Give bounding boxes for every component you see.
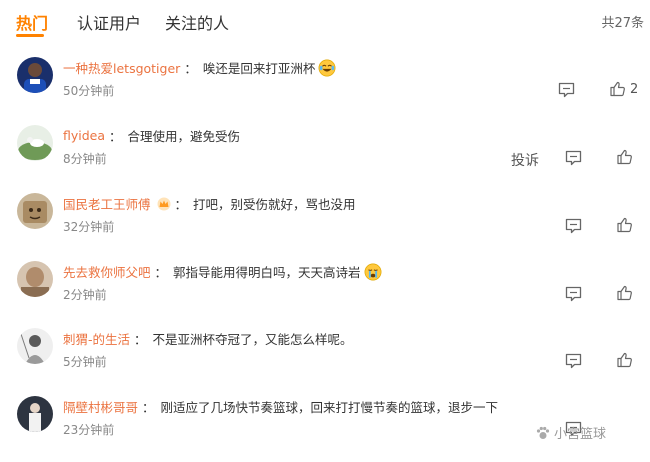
tab-verified-users[interactable]: 认证用户 bbox=[77, 10, 141, 34]
comment-time: 32分钟前 bbox=[63, 220, 115, 234]
comment-username[interactable]: 国民老工王师傅 bbox=[63, 194, 151, 213]
comment-text: 刚适应了几场快节奏篮球，回来打打慢节奏的篮球，退步一下 bbox=[160, 400, 499, 415]
comment-username[interactable]: 刺猬-的生活 bbox=[63, 329, 130, 348]
reply-icon[interactable] bbox=[565, 150, 582, 166]
avatar[interactable] bbox=[17, 261, 53, 297]
comment-item: flyidea ： 合理使用，避免受伤 8分钟前 投诉 bbox=[0, 123, 650, 191]
reply-icon[interactable] bbox=[565, 353, 582, 369]
avatar[interactable] bbox=[17, 57, 53, 93]
comment-text: 打吧，别受伤就好，骂也没用 bbox=[193, 197, 356, 212]
like-icon[interactable] bbox=[617, 149, 633, 165]
comment-username[interactable]: 先去救你师父吧 bbox=[63, 262, 151, 281]
comment-text: 唉还是回来打亚洲杯 bbox=[202, 61, 316, 76]
comment-item: 一种热爱letsgotiger ： 唉还是回来打亚洲杯 50分钟前 2 bbox=[0, 55, 650, 123]
colon-separator: ： bbox=[174, 197, 188, 212]
reply-icon[interactable] bbox=[565, 218, 582, 234]
colon-separator: ： bbox=[142, 400, 155, 415]
tab-hot[interactable]: 热门 bbox=[16, 10, 48, 34]
colon-separator: ： bbox=[109, 129, 122, 144]
comment-time: 50分钟前 bbox=[63, 84, 115, 98]
like-icon[interactable] bbox=[610, 81, 626, 97]
comment-time: 8分钟前 bbox=[63, 152, 107, 166]
like-icon[interactable] bbox=[617, 217, 633, 233]
like-icon[interactable] bbox=[617, 352, 633, 368]
like-count: 2 bbox=[630, 82, 639, 97]
paw-icon bbox=[536, 426, 550, 439]
comment-text: 郭指导能用得明白吗，天天高诗岩 bbox=[173, 265, 361, 280]
watermark: 小宫篮球 bbox=[535, 423, 606, 442]
comment-text: 不是亚洲杯夺冠了，又能怎么样呢。 bbox=[152, 332, 353, 347]
comment-item: 先去救你师父吧 ： 郭指导能用得明白吗，天天高诗岩 2分钟前 bbox=[0, 259, 650, 327]
like-icon[interactable] bbox=[617, 285, 633, 301]
report-button[interactable]: 投诉 bbox=[511, 150, 539, 170]
laugh-cry-icon bbox=[318, 59, 336, 76]
total-count: 共27条 bbox=[601, 16, 644, 31]
comment-time: 23分钟前 bbox=[63, 423, 115, 437]
avatar[interactable] bbox=[17, 193, 53, 229]
vip-crown-icon bbox=[157, 197, 171, 210]
crying-face-icon bbox=[364, 263, 382, 280]
colon-separator: ： bbox=[154, 265, 168, 280]
comment-time: 2分钟前 bbox=[63, 288, 107, 302]
tab-following[interactable]: 关注的人 bbox=[165, 10, 229, 34]
comment-text: 合理使用，避免受伤 bbox=[127, 129, 241, 144]
reply-icon[interactable] bbox=[558, 82, 575, 98]
comment-item: 刺猬-的生活 ： 不是亚洲杯夺冠了，又能怎么样呢。 5分钟前 bbox=[0, 326, 650, 394]
comment-username[interactable]: 一种热爱letsgotiger bbox=[63, 58, 180, 77]
comment-item: 国民老工王师傅 ： 打吧，别受伤就好，骂也没用 32分钟前 bbox=[0, 191, 650, 259]
comment-username[interactable]: 隔壁村彬哥哥 bbox=[63, 397, 138, 416]
active-tab-indicator bbox=[16, 34, 44, 37]
avatar[interactable] bbox=[17, 328, 53, 364]
comment-tabs: 热门 认证用户 关注的人 共27条 bbox=[0, 0, 650, 40]
reply-icon[interactable] bbox=[565, 286, 582, 302]
avatar[interactable] bbox=[17, 125, 53, 161]
comment-username[interactable]: flyidea bbox=[63, 128, 105, 143]
avatar[interactable] bbox=[17, 396, 53, 432]
colon-separator: ： bbox=[184, 61, 197, 76]
colon-separator: ： bbox=[134, 332, 147, 347]
comment-time: 5分钟前 bbox=[63, 355, 107, 369]
watermark-text: 小宫篮球 bbox=[554, 427, 607, 442]
